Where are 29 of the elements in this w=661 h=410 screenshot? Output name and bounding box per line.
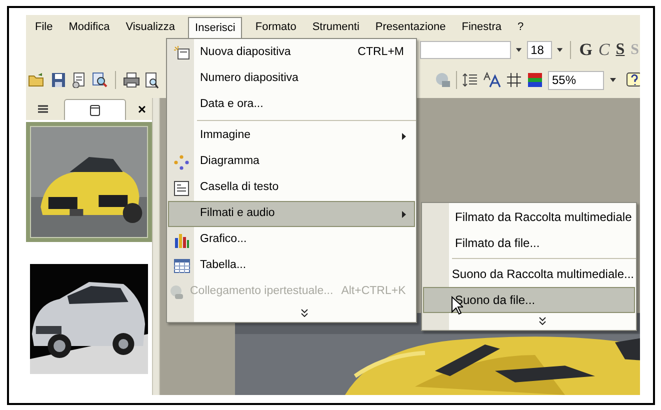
menu-item[interactable]: Grafico... <box>168 227 415 253</box>
menu-item[interactable]: Data e ora... <box>168 92 415 118</box>
menu-item[interactable]: Inserisci <box>188 17 242 39</box>
menu-item[interactable]: Casella di testo <box>168 175 415 201</box>
bold-button[interactable]: G <box>578 41 594 59</box>
menu-item[interactable]: Suono da Raccolta multimediale... <box>423 261 635 287</box>
menu-item[interactable]: Numero diapositiva <box>168 66 415 92</box>
menu-item: Collegamento ipertestuale... Alt+CTRL+K <box>168 279 415 305</box>
menu-item[interactable]: Suono da file... <box>423 287 635 313</box>
menu-item[interactable]: Immagine <box>168 123 415 149</box>
font-size-field[interactable]: 18 <box>526 41 552 59</box>
menu-item[interactable]: Filmati e audio <box>168 201 415 227</box>
menu-item[interactable]: Tabella... <box>168 253 415 279</box>
menu-item[interactable]: ? <box>512 16 529 36</box>
menu-item[interactable]: Nuova diapositiva CTRL+M <box>168 40 415 66</box>
close-button[interactable]: × <box>138 99 146 120</box>
menu-item[interactable]: Formato <box>250 16 302 36</box>
menu-item[interactable]: File <box>30 16 58 36</box>
underline-button[interactable]: S <box>614 41 626 59</box>
menu-item[interactable]: Filmato da Raccolta multimediale <box>423 204 635 230</box>
italic-button[interactable]: C <box>597 41 611 59</box>
menu-item[interactable]: Finestra <box>456 16 506 36</box>
menu-item[interactable]: Modifica <box>64 16 115 36</box>
menu-item[interactable]: Strumenti <box>307 16 364 36</box>
menu-item[interactable]: Filmato da file... <box>423 230 635 256</box>
menu-item[interactable]: Diagramma <box>168 149 415 175</box>
zoom-field[interactable]: 55% <box>548 70 604 90</box>
menu-item[interactable]: Presentazione <box>370 16 451 36</box>
menu-item[interactable]: Visualizza <box>120 16 180 36</box>
